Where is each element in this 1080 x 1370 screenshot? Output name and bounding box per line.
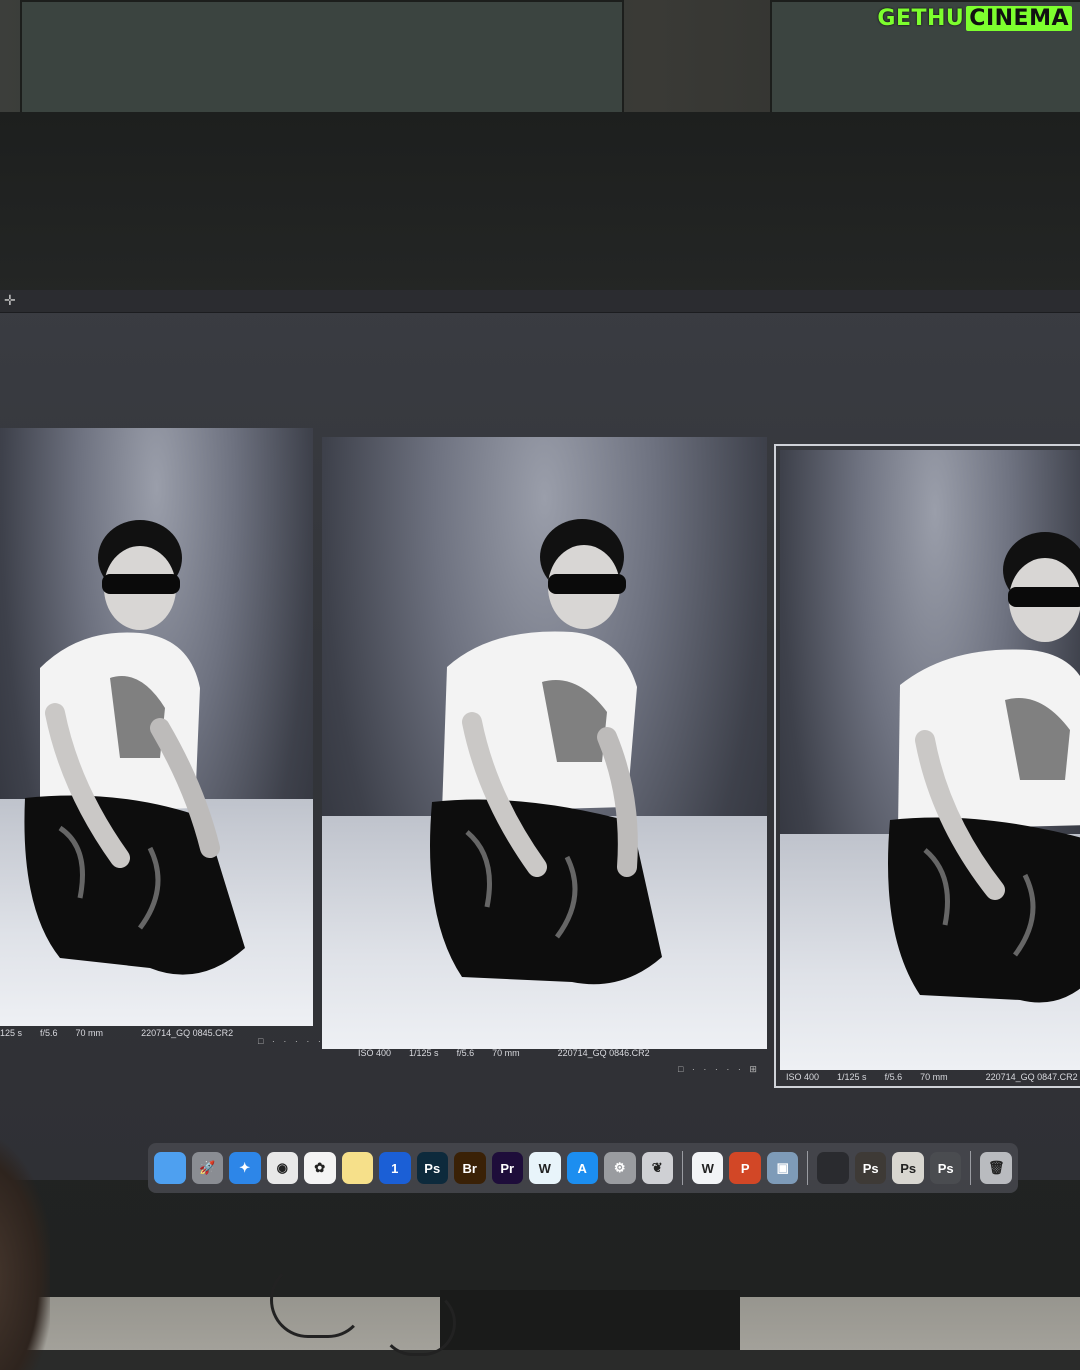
monitor-stand: [440, 1290, 740, 1350]
person-figure: [24, 520, 245, 975]
safari-icon[interactable]: ✦: [229, 1152, 261, 1184]
window-panel-left: [20, 0, 624, 116]
thumbnail-photo[interactable]: [780, 450, 1080, 1070]
finder-icon[interactable]: [154, 1152, 186, 1184]
chrome-icon[interactable]: ◉: [266, 1152, 298, 1184]
watermark-logo: GETHU CINEMA: [877, 6, 1072, 31]
window-thumb-2-icon[interactable]: Ps: [854, 1152, 887, 1184]
dock-separator: [682, 1151, 683, 1185]
premiere-icon[interactable]: Pr: [491, 1152, 523, 1184]
thumbnail-photo[interactable]: [322, 437, 767, 1049]
rating-stars[interactable]: □ · · · · · ⊞: [678, 1064, 760, 1075]
crosshair-icon[interactable]: ✛: [4, 292, 16, 309]
window-thumb-1-icon[interactable]: [817, 1152, 849, 1184]
thumbnail-metadata: ISO 400 1/125 s f/5.6 70 mm 220714_GQ 08…: [358, 1048, 650, 1058]
trash-icon[interactable]: 🗑: [980, 1152, 1012, 1184]
thumbnail-metadata: ISO 400 1/125 s f/5.6 70 mm 220714_GQ 08…: [786, 1072, 1078, 1082]
cable: [270, 1262, 366, 1338]
thumbnail-metadata: 125 s f/5.6 70 mm 220714_GQ 0845.CR2: [0, 1028, 234, 1038]
cable: [380, 1290, 456, 1356]
wunderbucket-icon[interactable]: W: [529, 1152, 561, 1184]
macos-dock: 🚀 ✦ ◉ ✿ 1 Ps Br Pr W A ⚙ ❦ W P ▣ Ps Ps Ps 🗑: [148, 1143, 1018, 1193]
window-thumb-3-icon[interactable]: Ps: [892, 1152, 924, 1184]
app-store-icon[interactable]: A: [566, 1152, 598, 1184]
person-figure: [888, 532, 1080, 1003]
powerpoint-icon[interactable]: P: [729, 1152, 761, 1184]
bridge-screen: ✛ 125 s f/5.6 70 mm 220714_GQ 0845.CR2 □…: [0, 290, 1080, 1180]
preview-icon[interactable]: ▣: [766, 1152, 799, 1184]
dock-separator: [807, 1151, 809, 1185]
window-thumb-4-icon[interactable]: Ps: [929, 1152, 962, 1184]
1password-icon[interactable]: 1: [379, 1152, 411, 1184]
system-preferences-icon[interactable]: ⚙: [604, 1152, 636, 1184]
bridge-icon[interactable]: Br: [454, 1152, 486, 1184]
launchpad-icon[interactable]: 🚀: [191, 1152, 223, 1184]
photos-icon[interactable]: ✿: [304, 1152, 336, 1184]
webex-icon[interactable]: W: [691, 1152, 724, 1184]
notes-icon[interactable]: [341, 1152, 373, 1184]
butterfly-icon[interactable]: ❦: [641, 1152, 673, 1184]
thumbnail-photo[interactable]: [0, 428, 313, 1026]
path-bar: ✛: [0, 290, 1080, 313]
person-figure: [430, 519, 662, 985]
dock-separator: [970, 1151, 972, 1185]
person-hair-foreground: [0, 1140, 50, 1370]
photoshop-icon[interactable]: Ps: [416, 1152, 448, 1184]
